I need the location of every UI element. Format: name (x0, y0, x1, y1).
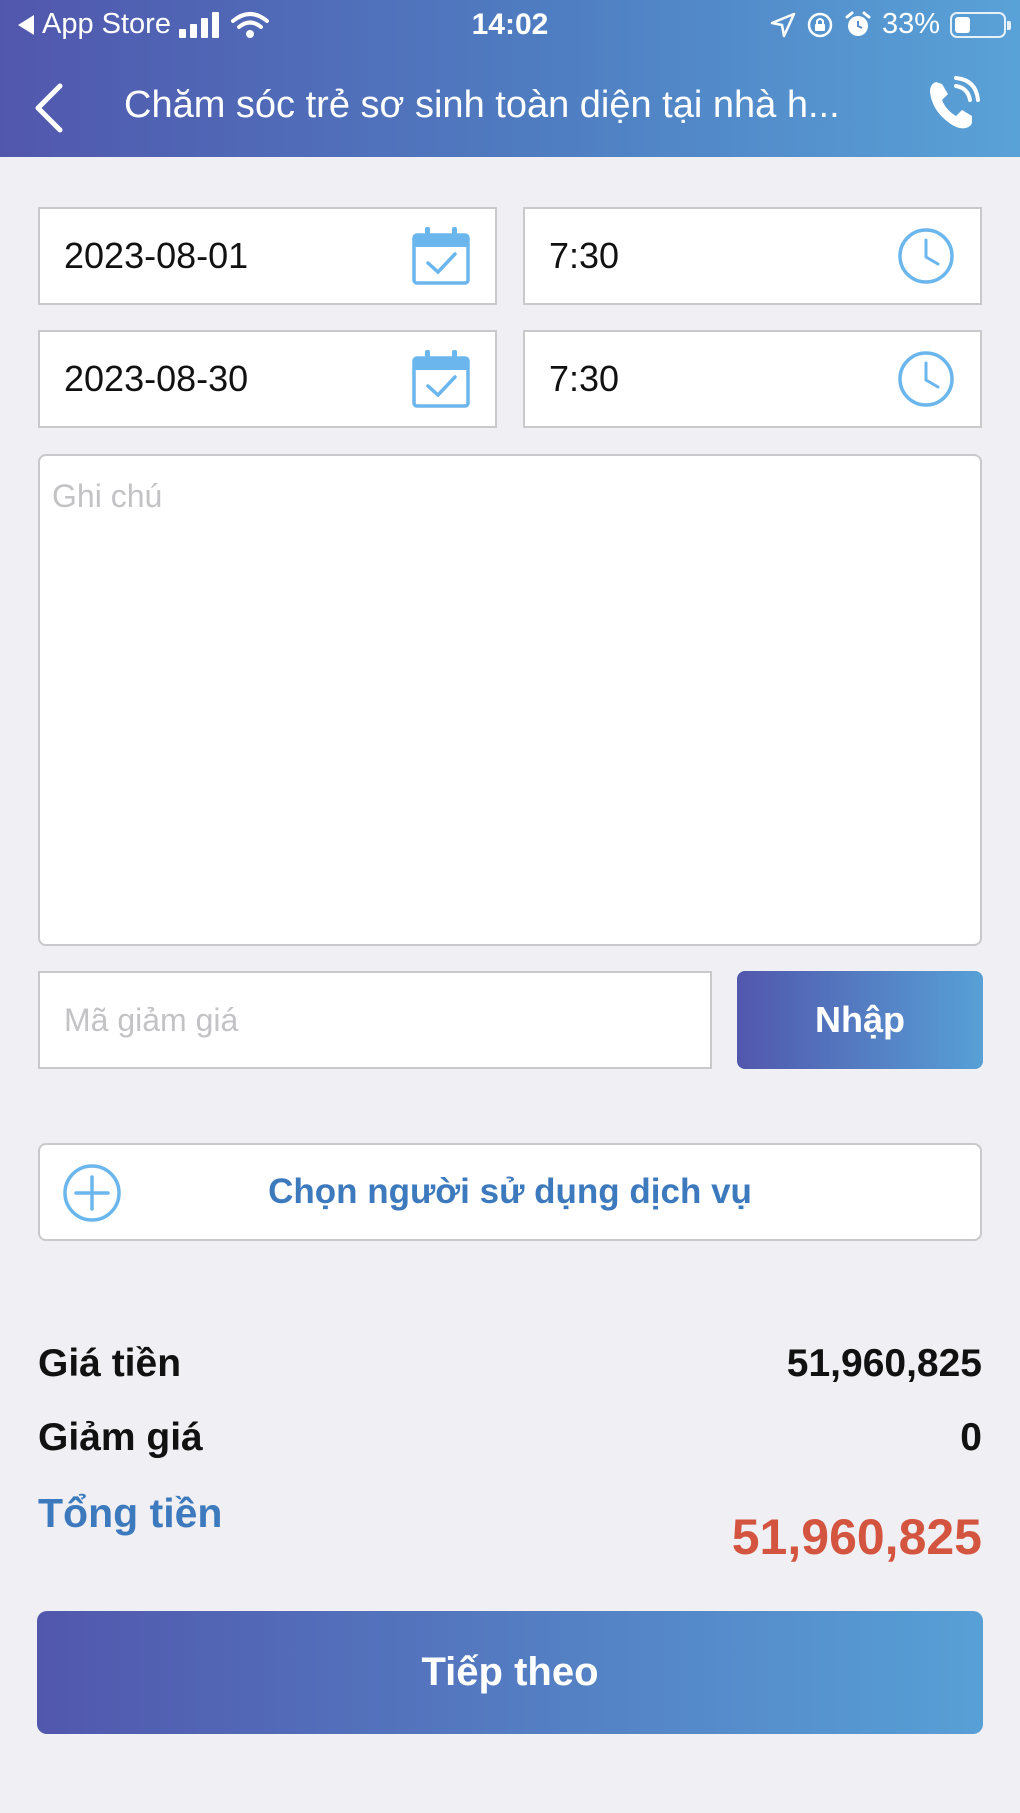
total-value: 51,960,825 (731, 1509, 982, 1565)
plus-circle-icon (63, 1164, 121, 1222)
coupon-input[interactable]: Mã giảm giá (38, 971, 712, 1069)
clock-icon[interactable] (894, 224, 958, 288)
start-time-value: 7:30 (549, 235, 620, 276)
price-label: Giá tiền (38, 1342, 182, 1385)
alarm-icon (845, 11, 871, 36)
chevron-left-icon (35, 83, 63, 133)
status-bar: App Store 14:02 33% (0, 0, 1020, 50)
calendar-check-icon[interactable] (409, 224, 473, 288)
next-button[interactable]: Tiếp theo (37, 1611, 983, 1734)
start-date-value: 2023-08-01 (64, 235, 249, 276)
battery-icon (950, 11, 1011, 38)
choose-service-user-button[interactable]: Chọn người sử dụng dịch vụ (38, 1143, 982, 1241)
note-textarea[interactable]: Ghi chú (38, 454, 982, 946)
end-time-field[interactable]: 7:30 (523, 330, 982, 428)
phone-call-icon (930, 76, 980, 129)
note-placeholder: Ghi chú (52, 478, 163, 514)
apply-coupon-button[interactable]: Nhập (737, 971, 983, 1069)
app-header: App Store 14:02 33% Chăm sóc trẻ sơ sinh… (0, 0, 1020, 157)
nav-bar: Chăm sóc trẻ sơ sinh toàn diện tại nhà h… (0, 60, 1020, 150)
start-date-field[interactable]: 2023-08-01 (38, 207, 497, 305)
end-date-field[interactable]: 2023-08-30 (38, 330, 497, 428)
start-time-field[interactable]: 7:30 (523, 207, 982, 305)
end-time-value: 7:30 (549, 358, 620, 399)
battery-level-fill (955, 16, 970, 33)
price-value: 51,960,825 (786, 1342, 982, 1385)
call-button[interactable] (920, 74, 984, 138)
page-title: Chăm sóc trẻ sơ sinh toàn diện tại nhà h… (124, 84, 840, 126)
coupon-placeholder: Mã giảm giá (64, 1001, 239, 1038)
back-button[interactable] (22, 80, 78, 136)
discount-label: Giảm giá (38, 1416, 203, 1459)
calendar-check-icon[interactable] (409, 347, 473, 411)
end-date-value: 2023-08-30 (64, 358, 249, 399)
discount-value: 0 (960, 1416, 982, 1459)
choose-service-user-label: Chọn người sử dụng dịch vụ (268, 1172, 752, 1211)
location-arrow-icon (770, 12, 796, 37)
rotation-lock-icon (807, 12, 833, 37)
status-right-group: 33% (770, 8, 1011, 41)
total-label: Tổng tiền (38, 1490, 223, 1536)
battery-percent: 33% (881, 8, 940, 40)
clock-icon[interactable] (894, 347, 958, 411)
